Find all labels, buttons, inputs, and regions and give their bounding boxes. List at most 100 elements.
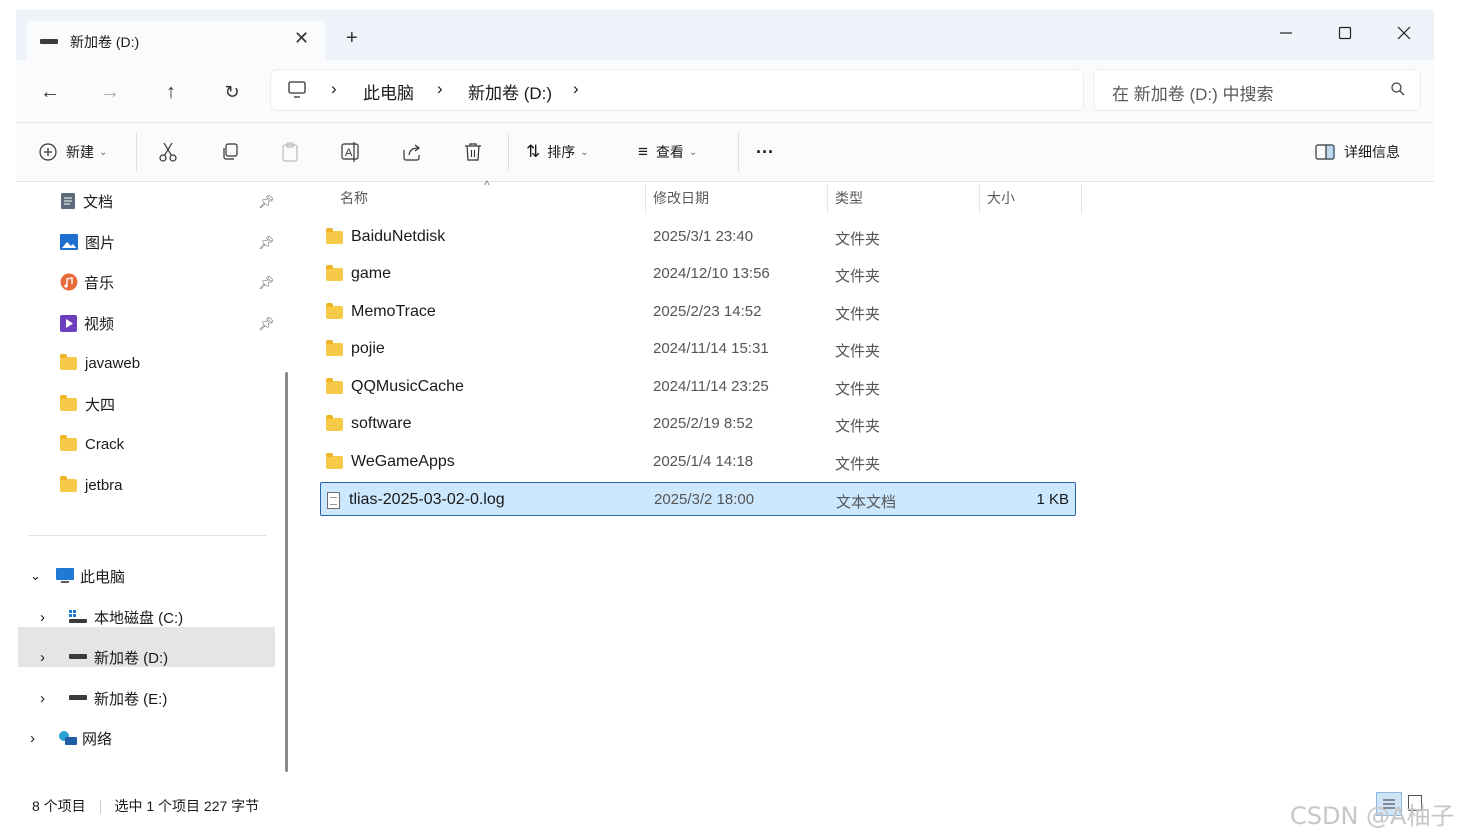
folder-icon xyxy=(326,264,343,281)
up-button[interactable]: ↑ xyxy=(157,78,185,106)
close-window-button[interactable] xyxy=(1376,16,1432,50)
music-icon xyxy=(60,273,78,291)
copy-button[interactable] xyxy=(220,138,240,166)
rename-button[interactable]: A xyxy=(340,138,362,166)
file-name: BaiduNetdisk xyxy=(351,228,446,245)
view-button[interactable]: ≡ 查看 ⌄ xyxy=(638,138,697,166)
file-row[interactable]: BaiduNetdisk 2025/3/1 23:40 文件夹 xyxy=(320,220,1076,254)
file-row[interactable]: QQMusicCache 2024/11/14 23:25 文件夹 xyxy=(320,370,1076,404)
file-row[interactable]: pojie 2024/11/14 15:31 文件夹 xyxy=(320,332,1076,366)
file-row[interactable]: MemoTrace 2025/2/23 14:52 文件夹 xyxy=(320,295,1076,329)
pin-icon[interactable]: 📌︎ xyxy=(258,275,275,291)
column-label: 类型 xyxy=(835,190,863,206)
column-label: 修改日期 xyxy=(653,190,709,206)
sidebar-item-senior-year[interactable]: 大四 xyxy=(60,387,115,421)
pin-icon[interactable]: 📌︎ xyxy=(258,235,275,251)
sidebar-item-pictures[interactable]: 图片 xyxy=(60,225,115,259)
sort-icon: ⇅ xyxy=(526,142,541,161)
file-row[interactable]: game 2024/12/10 13:56 文件夹 xyxy=(320,257,1076,291)
sidebar-item-crack[interactable]: Crack xyxy=(60,427,124,461)
column-divider[interactable] xyxy=(979,184,980,214)
search-box[interactable]: 在 新加卷 (D:) 中搜索 xyxy=(1094,70,1420,110)
chevron-right-icon[interactable]: › xyxy=(40,609,68,626)
file-name: software xyxy=(351,415,412,432)
new-tab-button[interactable]: + xyxy=(346,28,358,48)
status-divider xyxy=(99,800,101,815)
toolbar-divider xyxy=(508,133,509,171)
refresh-button[interactable]: ↻ xyxy=(218,78,246,106)
sidebar-item-this-pc[interactable]: ⌄ 此电脑 xyxy=(30,559,125,593)
maximize-button[interactable] xyxy=(1317,16,1373,50)
sidebar-item-label: jetbra xyxy=(85,476,123,494)
search-input[interactable]: 在 新加卷 (D:) 中搜索 xyxy=(1112,80,1274,105)
view-label: 查看 xyxy=(655,144,684,160)
column-header-date[interactable]: 修改日期 xyxy=(653,182,709,214)
breadcrumb-separator-icon[interactable]: › xyxy=(573,79,579,99)
drive-icon xyxy=(69,654,87,659)
sidebar-item-drive-d[interactable]: › 新加卷 (D:) xyxy=(40,640,168,674)
arrow-left-icon: ← xyxy=(40,80,60,103)
column-divider[interactable] xyxy=(827,184,828,214)
pin-icon[interactable]: 📌︎ xyxy=(258,316,275,332)
new-button[interactable]: 新建 ⌄ xyxy=(38,138,107,166)
details-pane-icon xyxy=(1315,144,1335,160)
breadcrumb-this-pc[interactable]: 此电脑 xyxy=(363,79,414,104)
chevron-right-icon[interactable]: › xyxy=(40,690,68,707)
chevron-down-icon: ⌄ xyxy=(688,146,698,158)
back-button[interactable]: ← xyxy=(36,78,64,106)
file-row-selected[interactable]: tlias-2025-03-02-0.log 2025/3/2 18:00 文本… xyxy=(320,482,1076,516)
watermark-text: CSDN @A柚子 xyxy=(1290,802,1455,830)
arrow-right-icon: → xyxy=(100,80,120,103)
chevron-down-icon: ⌄ xyxy=(99,146,108,158)
file-name: pojie xyxy=(351,340,385,357)
sidebar-item-documents[interactable]: 文档 xyxy=(60,184,113,218)
computer-icon xyxy=(56,568,74,583)
column-divider[interactable] xyxy=(645,184,646,214)
minimize-button[interactable] xyxy=(1258,16,1314,50)
more-icon: ··· xyxy=(756,141,774,162)
chevron-right-icon[interactable]: › xyxy=(30,730,58,747)
file-name: game xyxy=(351,265,392,282)
file-date: 2024/12/10 13:56 xyxy=(653,265,770,282)
chevron-down-icon[interactable]: ⌄ xyxy=(30,568,56,584)
windows-drive-icon xyxy=(69,610,87,623)
address-bar[interactable]: › 此电脑 › 新加卷 (D:) › xyxy=(271,70,1083,110)
column-header-size[interactable]: 大小 xyxy=(987,182,1015,214)
column-header-name[interactable]: 名称 xyxy=(340,182,368,214)
sidebar-item-label: 文档 xyxy=(83,193,114,211)
column-header-type[interactable]: 类型 xyxy=(835,182,863,214)
file-type: 文件夹 xyxy=(835,306,881,323)
forward-button[interactable]: → xyxy=(96,78,124,106)
cut-button[interactable] xyxy=(158,138,178,166)
sidebar-item-music[interactable]: 音乐 xyxy=(60,265,114,299)
new-label: 新建 xyxy=(66,144,94,160)
sidebar-item-label: 此电脑 xyxy=(80,568,126,586)
sidebar-item-drive-e[interactable]: › 新加卷 (E:) xyxy=(40,681,167,715)
sort-button[interactable]: ⇅ 排序 ⌄ xyxy=(526,138,589,166)
column-divider[interactable] xyxy=(1081,184,1082,214)
maximize-icon xyxy=(1338,26,1352,40)
drive-icon xyxy=(69,695,87,700)
sidebar-item-videos[interactable]: 视频 xyxy=(60,306,114,340)
details-pane-button[interactable]: 详细信息 xyxy=(1314,138,1400,166)
sidebar-scrollbar[interactable] xyxy=(285,372,288,772)
breadcrumb-drive-d[interactable]: 新加卷 (D:) xyxy=(468,79,552,104)
chevron-right-icon[interactable]: › xyxy=(40,649,68,666)
more-options-button[interactable]: ··· xyxy=(756,138,774,166)
sidebar-item-javaweb[interactable]: javaweb xyxy=(60,346,140,380)
tab-close-icon[interactable]: ✕ xyxy=(294,28,309,49)
pin-icon[interactable]: 📌︎ xyxy=(258,194,275,210)
status-bar: 8 个项目 选中 1 个项目 227 字节 xyxy=(32,796,259,816)
drive-icon xyxy=(40,39,58,44)
paste-button[interactable] xyxy=(280,138,300,166)
file-row[interactable]: WeGameApps 2025/1/4 14:18 文件夹 xyxy=(320,445,1076,479)
file-row[interactable]: software 2025/2/19 8:52 文件夹 xyxy=(320,407,1076,441)
share-button[interactable] xyxy=(401,138,423,166)
file-date: 2025/2/19 8:52 xyxy=(653,415,754,432)
share-icon xyxy=(403,144,420,161)
trash-icon xyxy=(465,143,481,161)
sidebar-item-jetbra[interactable]: jetbra xyxy=(60,468,123,502)
tab-drive-d[interactable]: 新加卷 (D:) ✕ xyxy=(26,21,326,61)
delete-button[interactable] xyxy=(463,138,483,166)
sidebar-item-network[interactable]: › 网络 xyxy=(30,721,112,755)
